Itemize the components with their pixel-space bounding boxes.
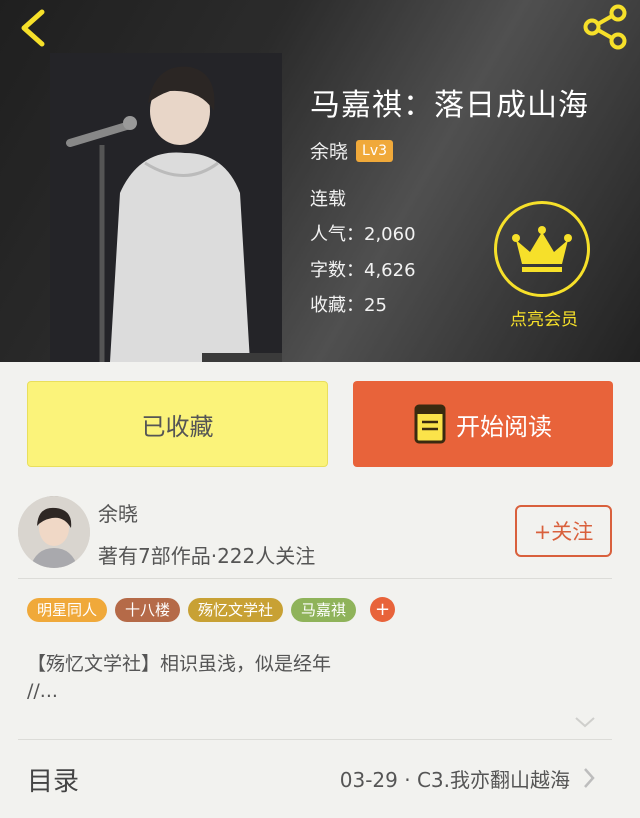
word-count-stat: 字数：4,626: [310, 260, 416, 281]
avatar-photo: [18, 496, 90, 568]
divider: [18, 739, 612, 740]
tag-chip[interactable]: 殇忆文学社: [188, 597, 284, 622]
chevron-left-icon: [21, 9, 45, 47]
author-card-stats: 著有7部作品·222人关注: [98, 544, 316, 568]
chevron-down-icon: [575, 717, 595, 728]
share-button[interactable]: [580, 4, 630, 50]
tag-chip[interactable]: 十八楼: [115, 597, 181, 622]
description-line: 【殇忆文学社】相识虽浅，似是经年: [27, 653, 332, 675]
crown-badge: [494, 201, 590, 297]
latest-chapter: 03-29 · C3.我亦翻山越海: [339, 768, 570, 792]
book-description: 【殇忆文学社】相识虽浅，似是经年 //...: [27, 651, 427, 705]
back-button[interactable]: [14, 8, 54, 48]
author-card[interactable]: 余晓 著有7部作品·222人关注 +关注: [0, 490, 640, 578]
avatar[interactable]: [18, 496, 90, 568]
tag-chip[interactable]: 明星同人: [27, 597, 108, 622]
favorites-stat: 收藏：25: [310, 295, 387, 316]
follow-button[interactable]: +关注: [515, 505, 612, 557]
level-badge: Lv3: [356, 139, 394, 162]
share-icon: [583, 4, 627, 50]
start-reading-label: 开始阅读: [456, 412, 552, 441]
author-card-name: 余晓: [98, 502, 138, 526]
divider: [18, 578, 612, 579]
chevron-right-icon: [584, 768, 595, 788]
description-line: //...: [27, 680, 58, 702]
book-cover: [50, 53, 282, 362]
serial-status: 连载: [310, 189, 346, 210]
collect-button[interactable]: 已收藏: [27, 381, 328, 467]
book-title: 马嘉祺：落日成山海: [310, 88, 589, 123]
author-line: 余晓 Lv3: [310, 137, 394, 164]
tag-chip[interactable]: 马嘉祺: [291, 597, 357, 622]
expand-description-button[interactable]: [574, 714, 596, 733]
author-name[interactable]: 余晓: [310, 137, 348, 164]
vip-label: 点亮会员: [510, 310, 578, 330]
tag-list: 明星同人 十八楼 殇忆文学社 马嘉祺 +: [27, 597, 396, 622]
add-tag-button[interactable]: +: [370, 597, 396, 622]
popularity-stat: 人气：2,060: [310, 224, 416, 245]
vip-button[interactable]: 点亮会员: [492, 201, 596, 330]
collect-label: 已收藏: [141, 412, 214, 441]
crown-icon: [512, 226, 572, 272]
cover-photo: [50, 53, 282, 362]
toc-title: 目录: [27, 767, 80, 797]
start-reading-button[interactable]: 开始阅读: [353, 381, 613, 467]
book-icon: [414, 404, 446, 444]
book-header: 马嘉祺：落日成山海 余晓 Lv3 连载 人气：2,060 字数：4,626 收藏…: [0, 0, 640, 362]
follow-label: +关注: [533, 520, 594, 544]
